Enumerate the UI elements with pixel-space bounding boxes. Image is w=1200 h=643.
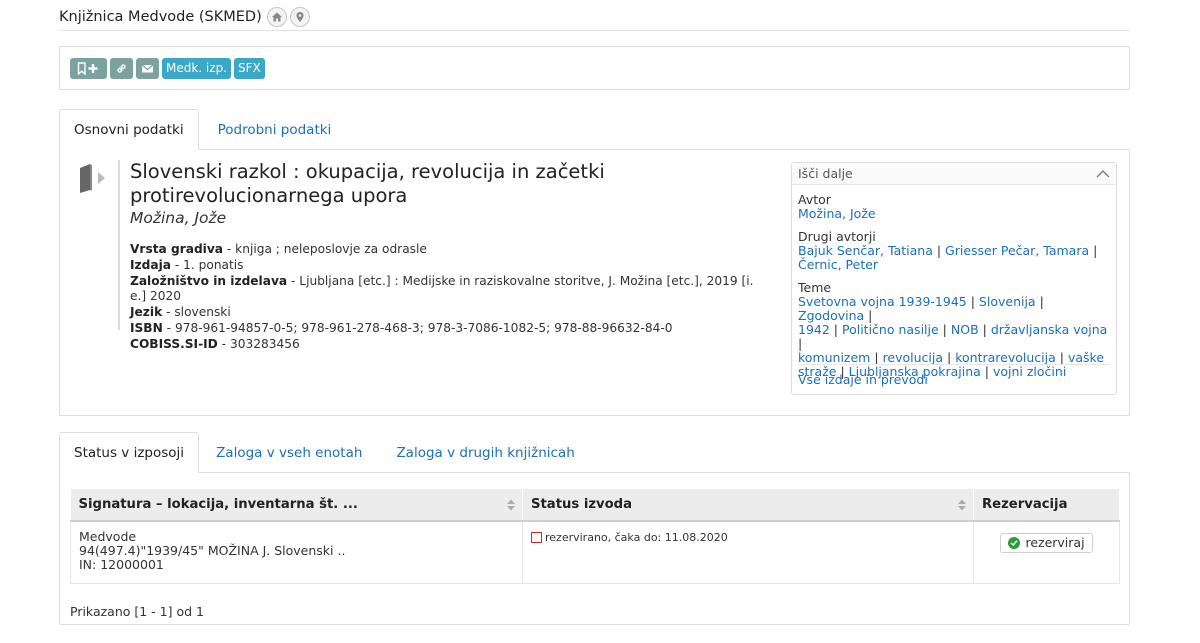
topic-link[interactable]: Politično nasilje bbox=[842, 322, 939, 337]
status-cell: rezervirano, čaka do: 11.08.2020 bbox=[522, 520, 974, 584]
holding-location: Medvode bbox=[79, 529, 137, 544]
search-further-box: Išči dalje Avtor Možina, Jože Drugi avto… bbox=[791, 162, 1117, 395]
location-icon[interactable] bbox=[289, 6, 310, 27]
record-fields: Vrsta gradiva - knjiga ; neleposlovje za… bbox=[130, 242, 770, 353]
record-tabs: Osnovni podatki Podrobni podatki bbox=[59, 109, 1130, 150]
column-status[interactable]: Status izvoda bbox=[522, 489, 974, 522]
mail-icon bbox=[141, 64, 154, 72]
chevron-up-icon bbox=[1096, 170, 1110, 178]
home-icon[interactable] bbox=[266, 6, 287, 27]
topic-link[interactable]: 1942 bbox=[798, 322, 830, 337]
reservation-cell: rezerviraj bbox=[973, 520, 1120, 584]
sort-icon bbox=[958, 499, 966, 511]
topic-link[interactable]: Svetovna vojna 1939-1945 bbox=[798, 294, 967, 309]
holding-status: rezervirano, čaka do: 11.08.2020 bbox=[545, 531, 728, 544]
topic-link[interactable]: kontrarevolucija bbox=[955, 350, 1056, 365]
tab-all-units[interactable]: Zaloga v vseh enotah bbox=[199, 432, 379, 473]
results-count: Prikazano [1 - 1] od 1 bbox=[70, 604, 204, 619]
field-publisher: Založništvo in izdelava - Ljubljana [etc… bbox=[130, 273, 754, 304]
bookmark-add-icon bbox=[77, 61, 97, 75]
holding-inventory: IN: 12000001 bbox=[79, 557, 164, 572]
mail-button[interactable] bbox=[136, 57, 159, 79]
status-reserved-icon bbox=[531, 532, 542, 543]
other-author-link[interactable]: Černic, Peter bbox=[798, 257, 878, 272]
other-author-link[interactable]: Bajuk Senčar, Tatiana bbox=[798, 243, 933, 258]
field-edition: Izdaja - 1. ponatis bbox=[130, 257, 244, 272]
topic-link[interactable]: komunizem bbox=[798, 350, 870, 365]
book-icon bbox=[80, 164, 105, 193]
record-divider bbox=[118, 160, 120, 330]
library-title: Knjižnica Medvode (SKMED) bbox=[59, 8, 262, 25]
library-header: Knjižnica Medvode (SKMED) bbox=[59, 3, 1130, 31]
side-footer: Vse izdaje in prevodi bbox=[798, 364, 1110, 394]
tab-detailed[interactable]: Podrobni podatki bbox=[199, 109, 346, 150]
author-link[interactable]: Možina, Jože bbox=[798, 206, 876, 221]
record-panel: Slovenski razkol : okupacija, revolucija… bbox=[59, 149, 1130, 416]
record-title: Slovenski razkol : okupacija, revolucija… bbox=[130, 160, 605, 207]
signature-cell: Medvode 94(497.4)"1939/45" MOŽINA J. Slo… bbox=[70, 520, 523, 584]
other-author-link[interactable]: Griesser Pečar, Tamara bbox=[945, 243, 1089, 258]
search-further-header[interactable]: Išči dalje bbox=[792, 163, 1116, 185]
field-cobiss-id: COBISS.SI-ID - 303283456 bbox=[130, 336, 300, 351]
record-details: Slovenski razkol : okupacija, revolucija… bbox=[130, 160, 770, 353]
holding-signature: 94(497.4)"1939/45" MOŽINA J. Slovenski .… bbox=[79, 543, 346, 558]
column-signature[interactable]: Signatura – lokacija, inventarna št. ... bbox=[70, 489, 523, 522]
side-author-section: Avtor Možina, Jože bbox=[798, 192, 876, 221]
topic-link[interactable]: NOB bbox=[951, 322, 979, 337]
record-author: Možina, Jože bbox=[130, 209, 227, 227]
field-isbn: ISBN - 978-961-94857-0-5; 978-961-278-46… bbox=[130, 320, 673, 335]
column-reservation: Rezervacija bbox=[973, 489, 1120, 522]
table-row: Medvode 94(497.4)"1939/45" MOŽINA J. Slo… bbox=[70, 520, 1120, 584]
tab-basic[interactable]: Osnovni podatki bbox=[59, 109, 199, 150]
field-material-type: Vrsta gradiva - knjiga ; neleposlovje za… bbox=[130, 242, 427, 256]
check-circle-icon bbox=[1008, 537, 1021, 549]
all-editions-link[interactable]: Vse izdaje in prevodi bbox=[798, 372, 928, 387]
record-toolbar: Medk. izp. SFX bbox=[59, 46, 1130, 90]
sort-icon bbox=[507, 499, 515, 511]
tab-other-libraries[interactable]: Zaloga v drugih knjižnicah bbox=[379, 432, 588, 473]
tab-loan-status[interactable]: Status v izposoji bbox=[59, 432, 200, 473]
holdings-panel: Signatura – lokacija, inventarna št. ...… bbox=[59, 472, 1130, 625]
topic-link[interactable]: državljanska vojna bbox=[991, 322, 1108, 337]
side-other-authors-section: Drugi avtorji Bajuk Senčar, Tatiana | Gr… bbox=[798, 229, 1098, 272]
topic-link[interactable]: revolucija bbox=[883, 350, 943, 365]
link-icon bbox=[117, 63, 126, 73]
holdings-table: Signatura – lokacija, inventarna št. ...… bbox=[70, 489, 1120, 584]
bookmark-add-button[interactable] bbox=[70, 57, 107, 79]
link-button[interactable] bbox=[110, 57, 133, 79]
topic-link[interactable]: Slovenija bbox=[979, 294, 1036, 309]
sfx-button[interactable]: SFX bbox=[234, 57, 265, 79]
holdings-tabs: Status v izposoji Zaloga v vseh enotah Z… bbox=[59, 432, 1130, 473]
field-language: Jezik - slovenski bbox=[130, 305, 231, 320]
medk-button[interactable]: Medk. izp. bbox=[162, 57, 231, 79]
reserve-button[interactable]: rezerviraj bbox=[1000, 533, 1093, 553]
topic-link[interactable]: Zgodovina bbox=[798, 308, 864, 323]
